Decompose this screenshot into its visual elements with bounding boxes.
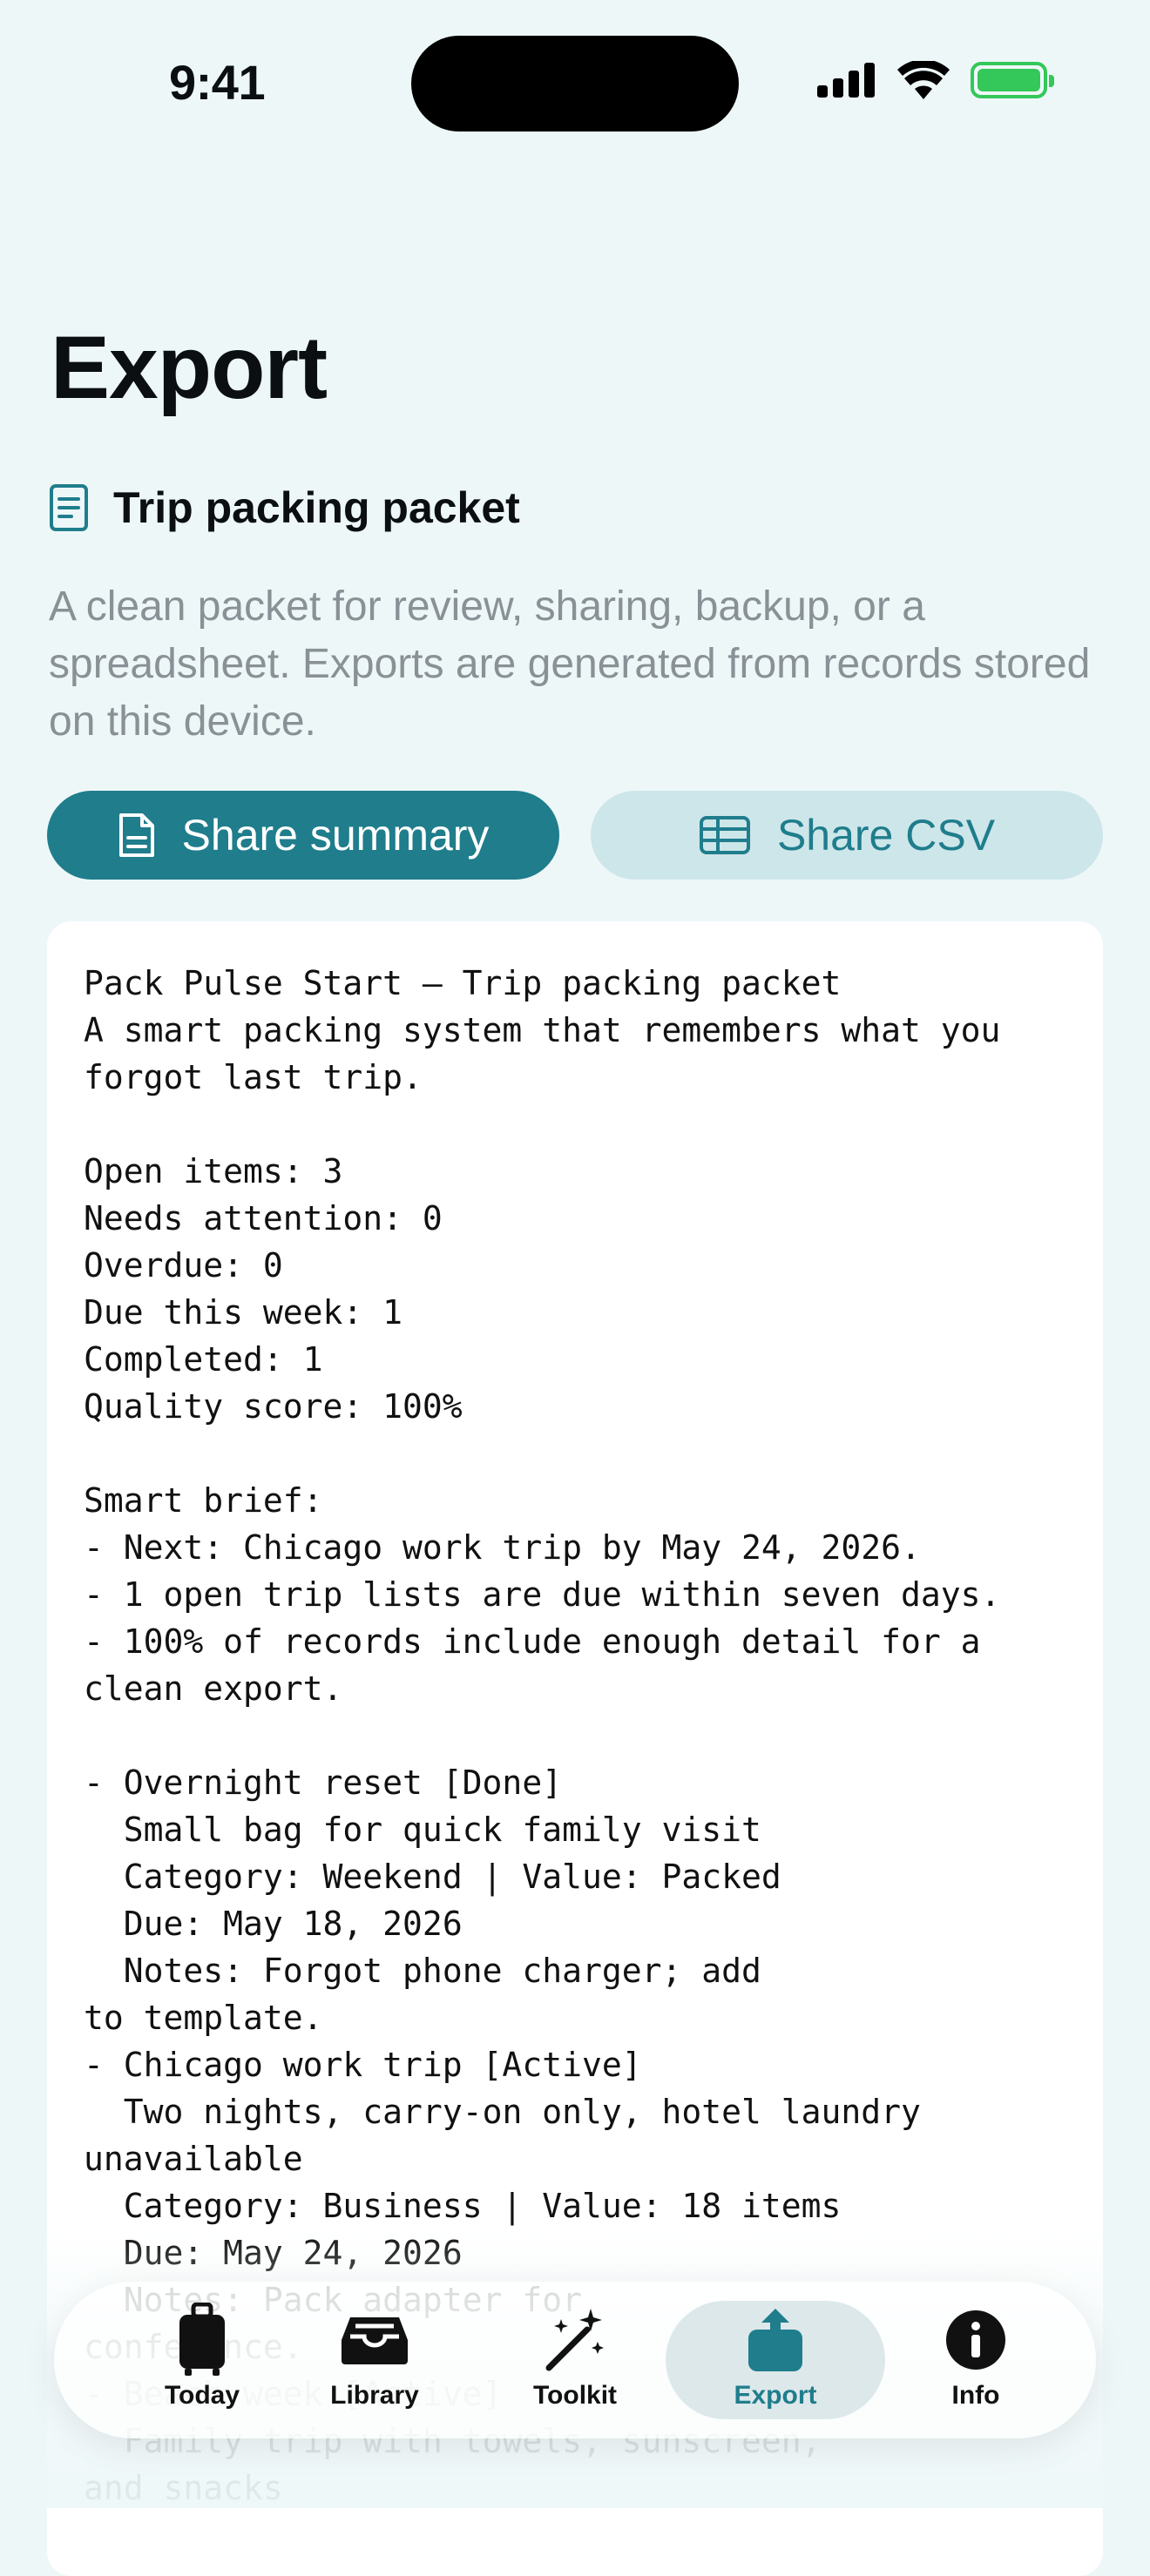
- info-icon: [946, 2310, 1005, 2370]
- share-icon: [748, 2309, 802, 2371]
- tray-icon: [342, 2317, 408, 2364]
- table-icon: [699, 816, 750, 854]
- battery-icon: [971, 62, 1054, 98]
- signal-icon: [817, 63, 875, 98]
- section-header: Trip packing packet: [49, 482, 520, 533]
- share-summary-label: Share summary: [181, 811, 490, 860]
- document-text-icon: [50, 484, 88, 531]
- tab-toolkit[interactable]: Toolkit: [479, 2301, 671, 2419]
- tab-library[interactable]: Library: [279, 2301, 470, 2419]
- page-title: Export: [51, 318, 328, 417]
- tab-info-label: Info: [951, 2381, 1000, 2410]
- dynamic-island: [411, 36, 739, 131]
- tab-info[interactable]: Info: [880, 2301, 1072, 2419]
- tab-today[interactable]: Today: [106, 2301, 298, 2419]
- tab-export-label: Export: [734, 2381, 817, 2410]
- tab-bar: Today Library Toolkit Export Info: [54, 2282, 1096, 2438]
- share-summary-button[interactable]: Share summary: [47, 791, 559, 880]
- share-csv-button[interactable]: Share CSV: [591, 791, 1103, 880]
- section-title: Trip packing packet: [113, 483, 520, 532]
- status-icons: [817, 61, 1054, 99]
- section-description: A clean packet for review, sharing, back…: [49, 583, 1091, 745]
- document-icon: [118, 813, 154, 857]
- tab-toolkit-label: Toolkit: [532, 2381, 618, 2410]
- status-time: 9:41: [169, 55, 266, 110]
- tab-today-label: Today: [164, 2381, 240, 2410]
- share-csv-label: Share CSV: [776, 811, 996, 860]
- magic-wand-icon: [545, 2309, 604, 2371]
- suitcase-icon: [179, 2303, 225, 2376]
- wifi-icon: [897, 61, 950, 99]
- tab-library-label: Library: [330, 2381, 419, 2410]
- tab-export[interactable]: Export: [666, 2301, 885, 2419]
